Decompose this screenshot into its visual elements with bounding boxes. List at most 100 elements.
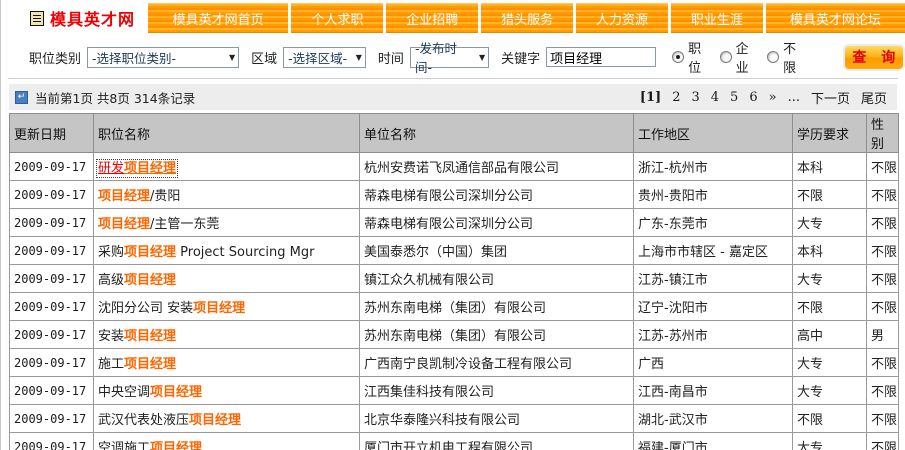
page-link[interactable]: [1] — [640, 90, 661, 105]
company-name: 厦门市开立机电工程有限公司 — [360, 433, 634, 450]
page-link[interactable]: 下一页 — [811, 88, 850, 107]
job-edu: 不限 — [793, 181, 867, 209]
job-title-link[interactable]: 项目经理/主管一东莞 — [98, 217, 219, 232]
column-header: 工作地区 — [634, 114, 793, 153]
job-title-link[interactable]: 空调施工项目经理 — [98, 441, 202, 450]
page-link[interactable]: ... — [788, 90, 800, 105]
job-title-cell: 项目经理/贵阳 — [94, 181, 360, 209]
nav-tab[interactable]: 人力资源 — [576, 3, 668, 33]
nav-tab[interactable]: 企业招聘 — [386, 3, 478, 33]
job-region: 上海市市辖区 - 嘉定区 — [634, 237, 793, 265]
company-name: 美国泰悉尔（中国）集团 — [360, 237, 634, 265]
region-select[interactable]: -选择区域- ▼ — [283, 47, 366, 68]
pagination-bar: ↵ 当前第1页 共8页 314条记录 [1] 2 3 4 5 6 » ... 下… — [9, 84, 897, 110]
site-logo-text: 模具英才网 — [50, 6, 135, 30]
job-gender: 不限 — [867, 153, 899, 181]
page-link[interactable]: » — [769, 90, 777, 105]
job-date: 2009-09-17 — [10, 321, 94, 349]
job-title-keyword: 项目经理 — [150, 441, 202, 450]
page-link[interactable]: 3 — [691, 90, 699, 105]
job-region: 贵州-贵阳市 — [634, 181, 793, 209]
job-title-link[interactable]: 高级项目经理 — [98, 273, 176, 288]
job-title-cell: 采购项目经理 Project Sourcing Mgr — [94, 237, 360, 265]
job-title-keyword: 项目经理 — [124, 357, 176, 372]
pagination-links: [1] 2 3 4 5 6 » ... 下一页 尾页 — [640, 88, 887, 107]
job-region: 江西-南昌市 — [634, 377, 793, 405]
nav-tab[interactable]: 猎头服务 — [481, 3, 573, 33]
job-title-cell: 安装项目经理 — [94, 321, 360, 349]
table-row: 2009-09-17 项目经理/主管一东莞 蒂森电梯有限公司深圳分公司 广东-东… — [10, 209, 899, 237]
company-name: 北京华泰隆兴科技有限公司 — [360, 405, 634, 433]
job-title-prefix: 武汉代表处液压 — [98, 413, 189, 428]
job-title-link[interactable]: 项目经理/贵阳 — [98, 189, 180, 204]
nav-tab[interactable]: 职业生涯 — [671, 3, 763, 33]
job-region: 江苏-苏州市 — [634, 321, 793, 349]
job-edu: 大专 — [793, 433, 867, 450]
job-title-link[interactable]: 安装项目经理 — [98, 329, 176, 344]
job-title-link[interactable]: 研发项目经理 — [98, 161, 176, 176]
radio-button[interactable] — [720, 51, 732, 63]
job-date: 2009-09-17 — [10, 433, 94, 450]
page-link[interactable]: 2 — [672, 90, 680, 105]
job-title-prefix: 安装 — [98, 329, 124, 344]
job-edu: 大专 — [793, 265, 867, 293]
job-title-cell: 高级项目经理 — [94, 265, 360, 293]
job-edu: 不限 — [793, 293, 867, 321]
job-date: 2009-09-17 — [10, 405, 94, 433]
job-title-link[interactable]: 沈阳分公司 安装项目经理 — [98, 301, 245, 316]
table-row: 2009-09-17 采购项目经理 Project Sourcing Mgr 美… — [10, 237, 899, 265]
page-link[interactable]: 尾页 — [861, 88, 887, 107]
search-bar: 职位类别 -选择职位类别- ▼ 区域 -选择区域- ▼ 时间 -发布时间- ▼ … — [1, 36, 905, 78]
nav-tab[interactable]: 个人求职 — [291, 3, 383, 33]
nav-tab[interactable]: 模具英才网首页 — [148, 3, 288, 33]
query-button[interactable]: 查 询 — [843, 44, 905, 71]
company-name: 镇江众久机械有限公司 — [360, 265, 634, 293]
job-title-prefix: 研发 — [98, 161, 124, 176]
category-select[interactable]: -选择职位类别- ▼ — [87, 47, 239, 68]
radio-button[interactable] — [767, 51, 779, 63]
job-date: 2009-09-17 — [10, 293, 94, 321]
table-row: 2009-09-17 项目经理/贵阳 蒂森电梯有限公司深圳分公司 贵州-贵阳市 … — [10, 181, 899, 209]
site-logo[interactable]: 模具英才网 — [1, 3, 148, 33]
chevron-down-icon: ▼ — [356, 53, 362, 62]
column-header: 学历要求 — [793, 114, 867, 153]
table-row: 2009-09-17 武汉代表处液压项目经理 北京华泰隆兴科技有限公司 湖北-武… — [10, 405, 899, 433]
job-title-keyword: 项目经理 — [98, 217, 150, 232]
chevron-down-icon: ▼ — [479, 53, 485, 62]
job-title-link[interactable]: 采购项目经理 Project Sourcing Mgr — [98, 245, 314, 260]
radio-button[interactable] — [672, 51, 684, 63]
job-title-prefix: 中央空调 — [98, 385, 150, 400]
job-title-keyword: 项目经理 — [124, 161, 176, 176]
page-link[interactable]: 5 — [730, 90, 738, 105]
time-select[interactable]: -发布时间- ▼ — [410, 47, 489, 68]
keyword-label: 关键字 — [501, 48, 540, 67]
job-title-link[interactable]: 武汉代表处液压项目经理 — [98, 413, 241, 428]
table-row: 2009-09-17 施工项目经理 广西南宁良凯制冷设备工程有限公司 广西 大专… — [10, 349, 899, 377]
column-header: 更新日期 — [10, 114, 94, 153]
job-date: 2009-09-17 — [10, 377, 94, 405]
job-title-prefix: 采购 — [98, 245, 124, 260]
chevron-down-icon: ▼ — [229, 53, 235, 62]
page-link[interactable]: 6 — [749, 90, 757, 105]
search-radios: 职位 企业 不限 — [672, 38, 811, 76]
job-title-suffix: /贵阳 — [150, 189, 180, 204]
column-header: 职位名称 — [94, 114, 360, 153]
job-table-body: 2009-09-17 研发项目经理 杭州安费诺飞凤通信部品有限公司 浙江-杭州市… — [10, 153, 899, 450]
job-title-link[interactable]: 中央空调项目经理 — [98, 385, 202, 400]
column-header: 性别 — [867, 114, 899, 153]
nav-tab[interactable]: 模具英才网论坛 — [766, 3, 905, 33]
keyword-input[interactable] — [546, 47, 656, 67]
company-name: 蒂森电梯有限公司深圳分公司 — [360, 209, 634, 237]
radio-label: 企业 — [736, 38, 758, 76]
job-title-keyword: 项目经理 — [124, 329, 176, 344]
job-date: 2009-09-17 — [10, 153, 94, 181]
company-name: 苏州东南电梯（集团）有限公司 — [360, 293, 634, 321]
job-title-suffix: Project Sourcing Mgr — [176, 245, 314, 260]
table-row: 2009-09-17 中央空调项目经理 江西集佳科技有限公司 江西-南昌市 大专… — [10, 377, 899, 405]
page-link[interactable]: 4 — [711, 90, 719, 105]
job-title-link[interactable]: 施工项目经理 — [98, 357, 176, 372]
job-table: 更新日期 职位名称 单位名称 工作地区 学历要求 性别 2009-09-17 研… — [9, 113, 899, 450]
result-summary: 当前第1页 共8页 314条记录 — [35, 88, 195, 107]
top-nav: 模具英才网 模具英才网首页 个人求职 企业招聘 猎头服务 人力资源 职业生涯 模… — [1, 0, 905, 36]
radio-label: 不限 — [783, 38, 805, 76]
